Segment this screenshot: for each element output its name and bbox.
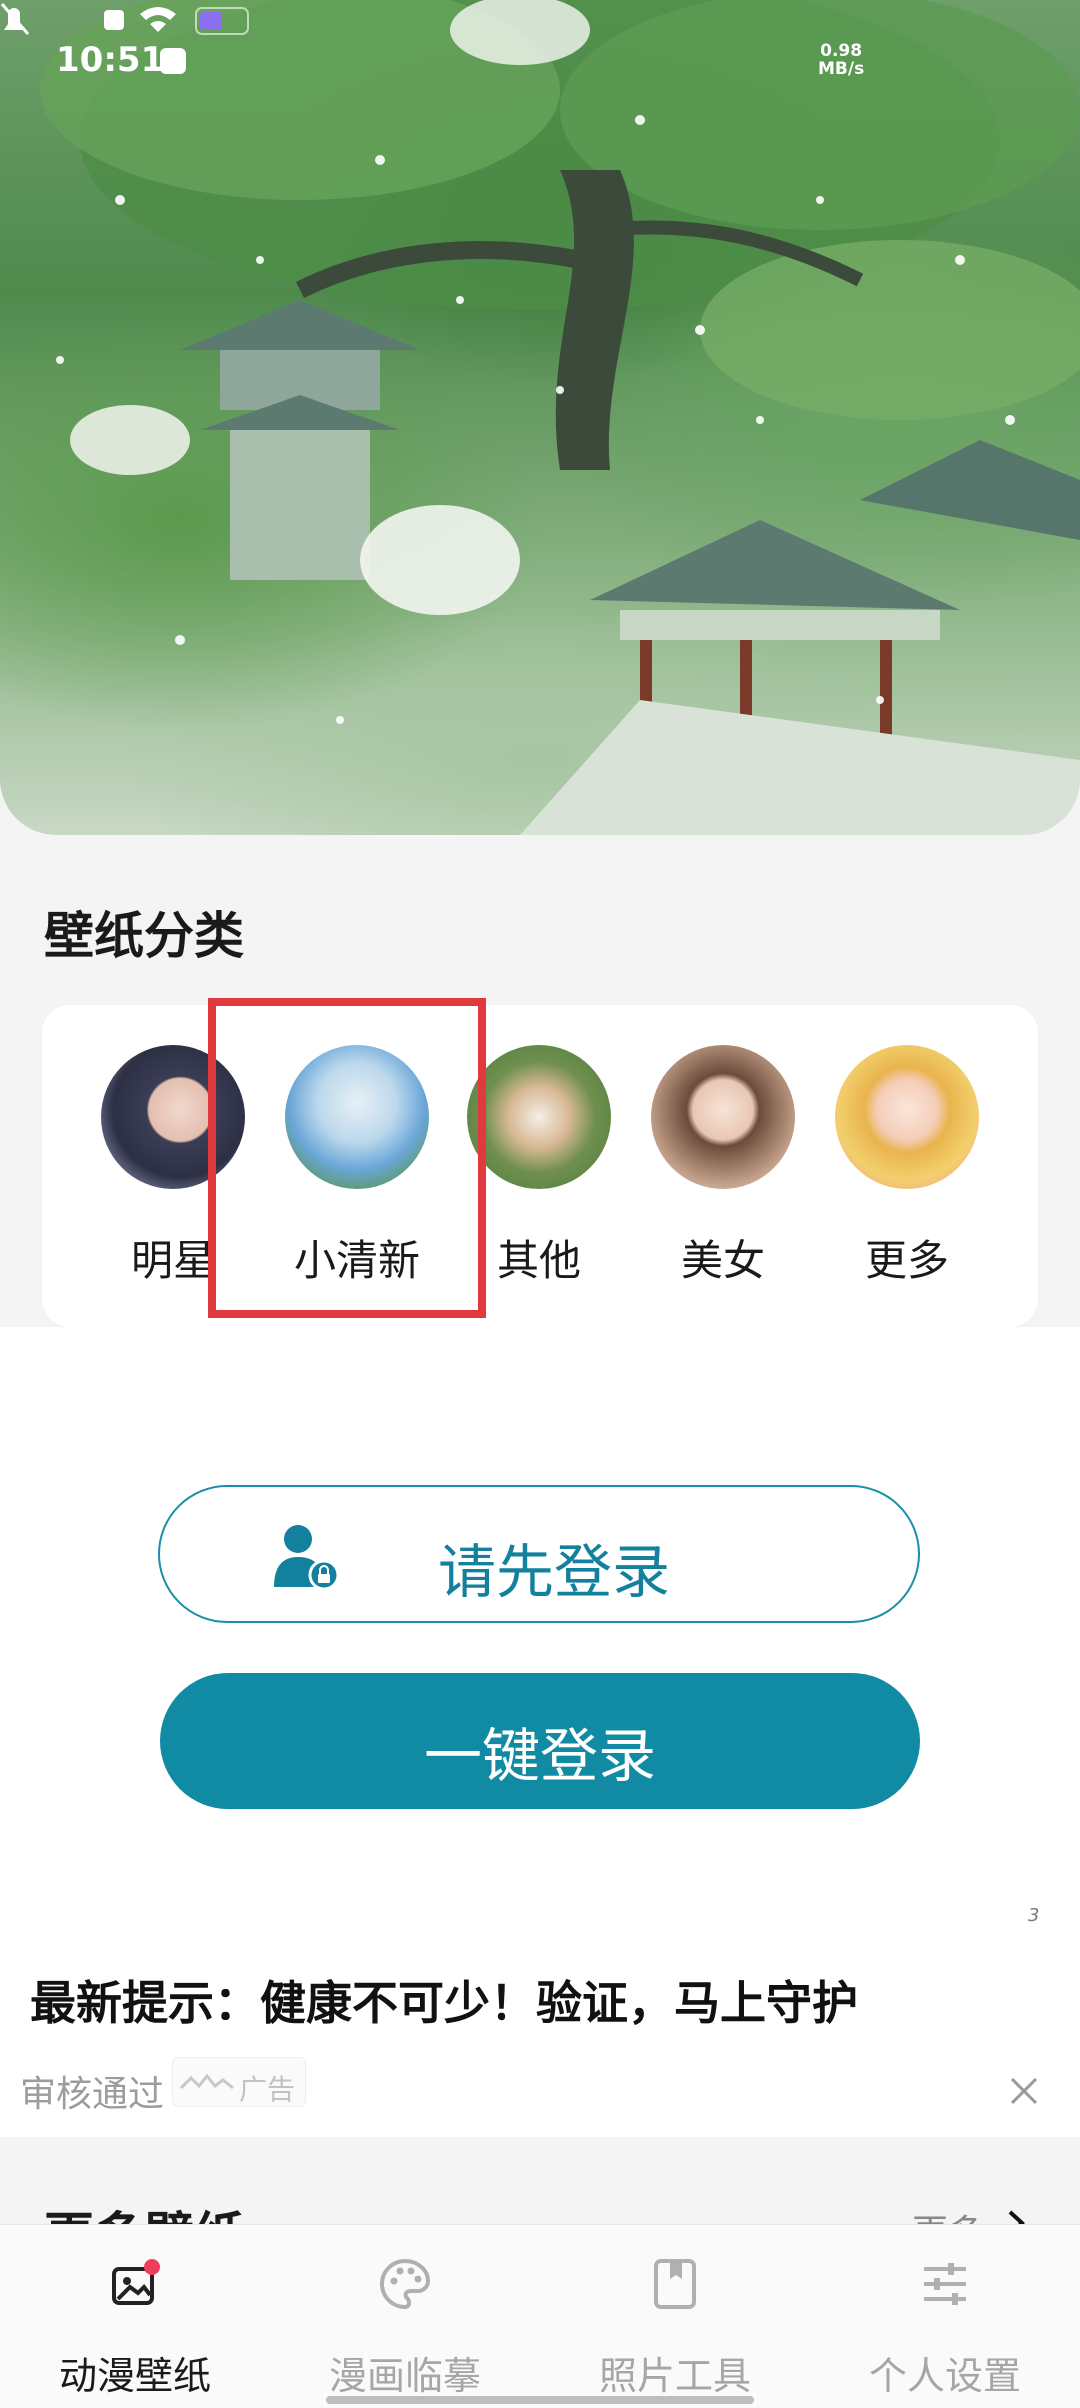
latest-notice-text[interactable]: 最新提示：健康不可少！验证，马上守护 [30, 1967, 858, 2033]
status-time: 10:51 [56, 40, 165, 80]
category-item-more[interactable]: 更多 [832, 1045, 982, 1288]
bookmark-book-icon [654, 2259, 696, 2309]
ad-wave-icon [179, 2073, 234, 2090]
tab-label: 照片工具 [598, 2354, 751, 2398]
login-first-button[interactable]: 请先登录 [158, 1485, 920, 1623]
hero-illustration [40, 0, 1080, 835]
home-indicator[interactable] [326, 2396, 754, 2404]
wallpaper-icon [112, 2259, 160, 2305]
status-bar: 10:51 0.98 MB/s [0, 0, 1080, 120]
ad-mark: 3 [1028, 1905, 1040, 1926]
network-speed-value: 0.98 [820, 41, 863, 61]
tab-comic-copy[interactable]: 漫画临摹 [270, 2225, 540, 2408]
tab-label: 个人设置 [868, 2354, 1021, 2398]
one-click-login-label: 一键登录 [423, 1722, 656, 1790]
one-click-login-button[interactable]: 一键登录 [160, 1673, 920, 1809]
highlight-box [208, 998, 486, 1318]
bottom-tab-bar: 动漫壁纸 漫画临摹 照片工具 个人设置 [0, 2224, 1080, 2408]
category-item-beauty[interactable]: 美女 [648, 1045, 798, 1288]
category-item-other[interactable]: 其他 [464, 1045, 614, 1288]
wallpaper-category-title: 壁纸分类 [44, 907, 244, 965]
category-card: 明星 小清新 其他 美女 更多 [42, 1005, 1038, 1327]
app-screen: 10:51 0.98 MB/s 壁纸分类 明星 小清新 其他 美女 更多 请先登… [0, 0, 1080, 2408]
category-label: 美女 [680, 1236, 765, 1285]
category-avatar-beauty [651, 1045, 795, 1189]
palette-icon [380, 2258, 431, 2310]
category-avatar-more [835, 1045, 979, 1189]
tab-label: 漫画临摹 [328, 2354, 481, 2398]
ad-badge-label: 广告 [239, 2073, 296, 2106]
status-icons [0, 3, 249, 35]
tab-photo-tools[interactable]: 照片工具 [540, 2225, 810, 2408]
notification-mail-icon [160, 48, 186, 74]
ad-badge: 广告 [172, 2057, 306, 2107]
sliders-icon [924, 2263, 966, 2305]
ad-text[interactable]: 审核通过 [20, 2065, 164, 2117]
wifi-icon [140, 7, 176, 32]
category-label: 其他 [496, 1236, 581, 1285]
login-first-label: 请先登录 [437, 1538, 670, 1606]
network-speed: 0.98 MB/s [818, 42, 864, 78]
network-speed-unit: MB/s [818, 59, 865, 79]
tab-personal-settings[interactable]: 个人设置 [810, 2225, 1080, 2408]
login-panel: 请先登录 一键登录 3 最新提示：健康不可少！验证，马上守护 审核通过 广告 [0, 1327, 1080, 2137]
hero-banner-image[interactable]: 10:51 0.98 MB/s [0, 0, 1080, 835]
category-avatar-other [467, 1045, 611, 1189]
mute-bell-icon [0, 3, 30, 35]
tab-anime-wallpaper[interactable]: 动漫壁纸 [0, 2225, 270, 2408]
tab-label: 动漫壁纸 [58, 2354, 211, 2398]
close-ad-icon[interactable] [1006, 2073, 1042, 2109]
sim-icon [104, 10, 124, 30]
category-label: 更多 [864, 1236, 949, 1285]
